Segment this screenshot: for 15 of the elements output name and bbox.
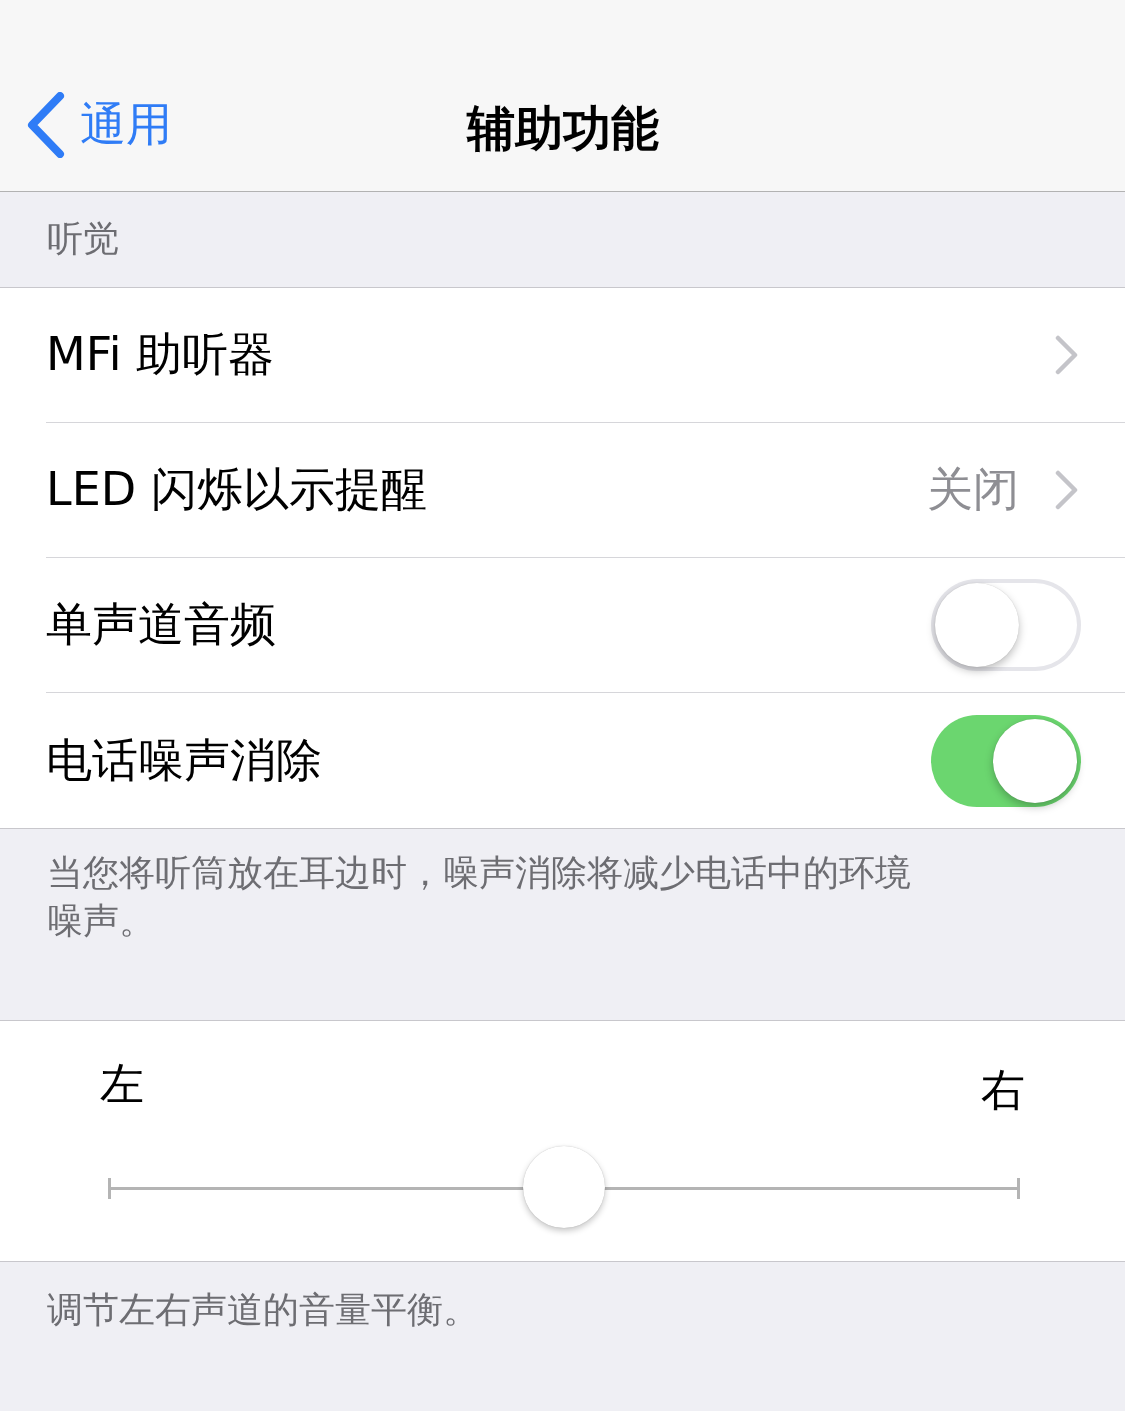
row-value: 关闭	[927, 461, 1019, 518]
row-label: 单声道音频	[46, 596, 277, 653]
back-button[interactable]: 通用	[24, 92, 172, 158]
row-label: MFi 助听器	[46, 326, 276, 383]
footer-text: 当您将听筒放在耳边时，噪声消除将减少电话中的环境噪声。	[47, 851, 912, 943]
right-label: 右	[981, 1063, 1025, 1117]
section-header: 听觉	[47, 217, 119, 261]
row-label: 电话噪声消除	[46, 731, 323, 789]
left-label: 左	[100, 1057, 144, 1111]
row-label: LED 闪烁以示提醒	[46, 461, 428, 518]
chevron-icon[interactable]	[1055, 470, 1079, 510]
slider-thumb[interactable]	[523, 1146, 605, 1228]
chevron-icon[interactable]	[1055, 335, 1079, 375]
footer-text: 调节左右声道的音量平衡。	[47, 1288, 480, 1332]
navigation-title: 辅助功能	[466, 99, 659, 158]
